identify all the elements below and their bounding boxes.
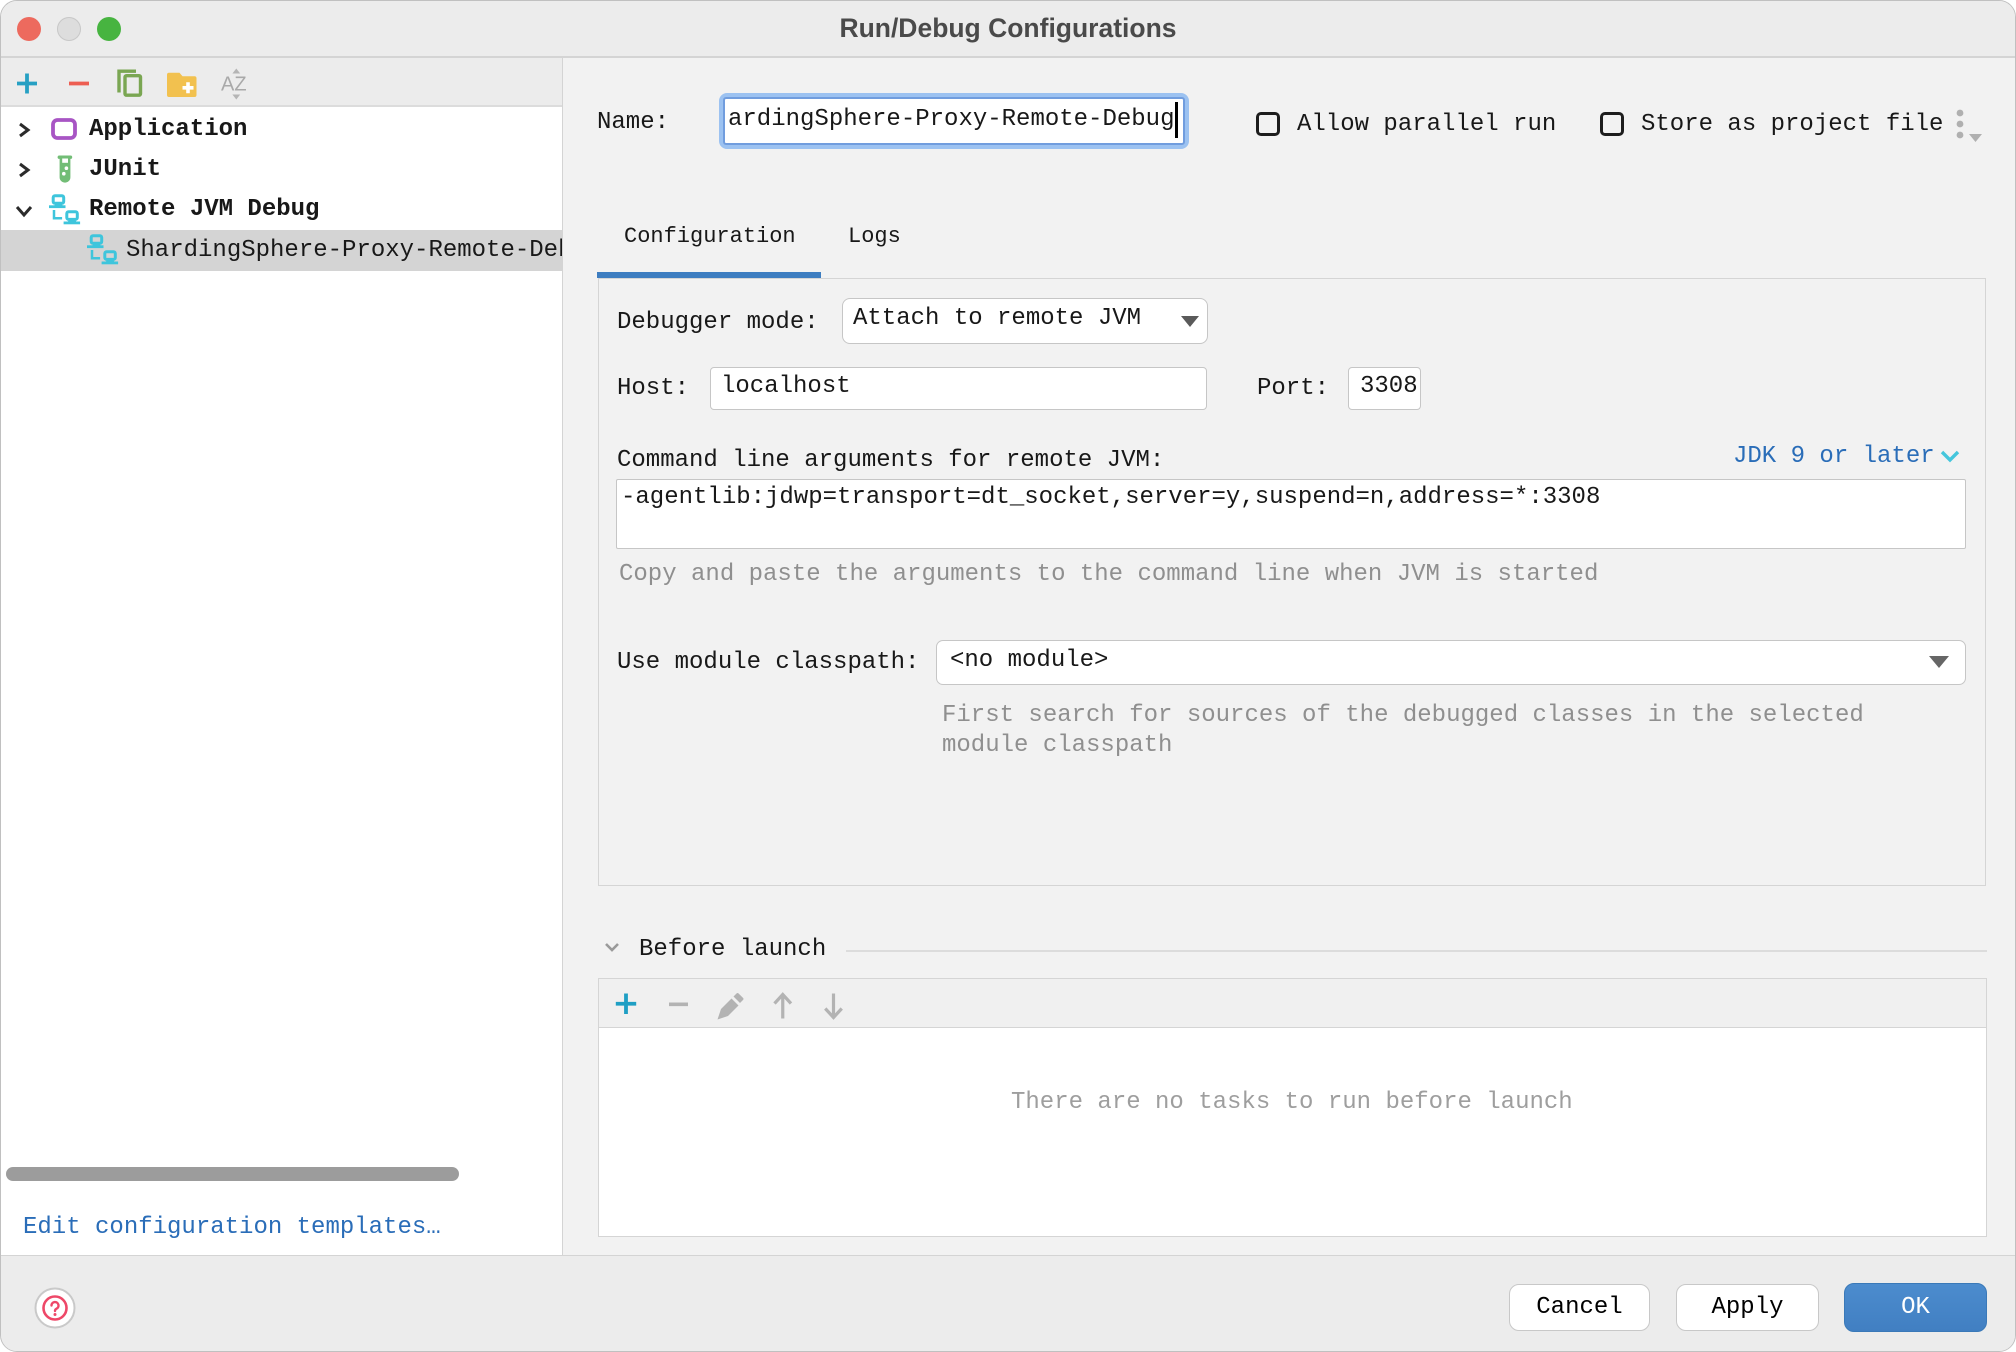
- svg-text:AZ: AZ: [221, 73, 247, 95]
